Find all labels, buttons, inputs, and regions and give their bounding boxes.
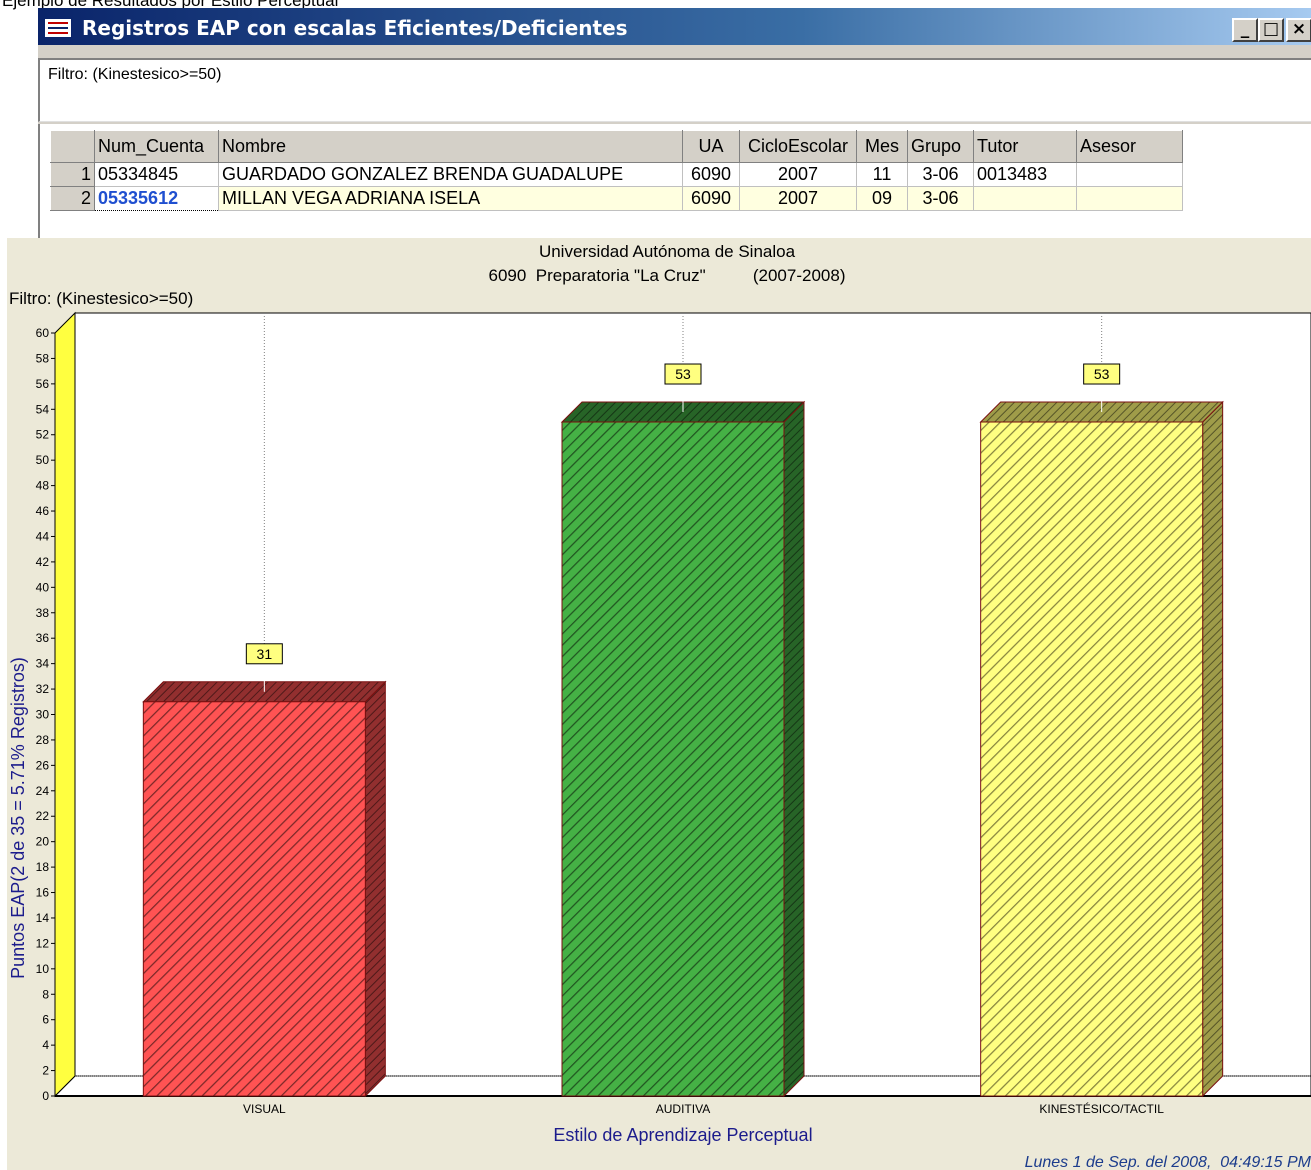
y-tick-label: 38 [36, 606, 50, 620]
y-tick-label: 48 [36, 479, 50, 493]
y-tick-label: 2 [42, 1064, 49, 1078]
minimize-button[interactable]: _ [1232, 18, 1258, 42]
y-tick-label: 28 [36, 733, 50, 747]
category-label: KINESTÉSICO/TACTIL [1039, 1101, 1164, 1116]
y-tick-label: 26 [36, 758, 50, 772]
category-label: VISUAL [243, 1102, 286, 1116]
value-label: 53 [1094, 366, 1110, 382]
cell-grupo[interactable]: 3-06 [907, 186, 974, 211]
bar-2 [980, 421, 1204, 1097]
close-button[interactable]: × [1286, 18, 1311, 42]
column-header-num-cuenta[interactable]: Num_Cuenta [94, 130, 219, 163]
bar-side [364, 680, 386, 1098]
cell-tutor[interactable] [973, 186, 1077, 211]
column-header-ciclo-escolar[interactable]: CicloEscolar [739, 130, 857, 163]
chart-panel: Universidad Autónoma de Sinaloa 6090 Pre… [7, 238, 1311, 1170]
cell-mes[interactable]: 11 [856, 162, 908, 187]
bar-side [783, 400, 805, 1098]
bar-1 [561, 421, 785, 1097]
records-table: Num_Cuenta Nombre UA CicloEscolar Mes Gr… [50, 130, 1183, 211]
y-tick-label: 30 [36, 708, 50, 722]
y-tick-label: 4 [42, 1038, 49, 1052]
y-tick-label: 46 [36, 504, 50, 518]
y-tick-label: 58 [36, 351, 50, 365]
column-header-tutor[interactable]: Tutor [973, 130, 1077, 163]
cell-asesor[interactable] [1076, 162, 1183, 187]
y-tick-label: 16 [36, 886, 50, 900]
records-grid-area: Num_Cuenta Nombre UA CicloEscolar Mes Gr… [38, 124, 1311, 238]
y-tick-label: 34 [36, 657, 50, 671]
cell-tutor[interactable]: 0013483 [973, 162, 1077, 187]
row-number[interactable]: 1 [50, 162, 95, 187]
bar-side [1202, 400, 1224, 1098]
y-tick-label: 10 [36, 962, 50, 976]
category-label: AUDITIVA [656, 1102, 710, 1116]
grid-app-icon [44, 18, 72, 38]
y-axis-label: Puntos EAP(2 de 35 = 5.71% Registros) [8, 657, 28, 979]
table-row[interactable]: 1 05334845 GUARDADO GONZALEZ BRENDA GUAD… [50, 162, 1183, 187]
plot-side-wall [54, 311, 76, 1098]
y-tick-label: 22 [36, 809, 50, 823]
filter-text: Filtro: (Kinestesico>=50) [48, 66, 222, 83]
y-tick-label: 0 [42, 1089, 49, 1103]
y-tick-label: 8 [42, 987, 49, 1001]
table-row[interactable]: 2 05335612 MILLAN VEGA ADRIANA ISELA 609… [50, 186, 1183, 211]
filter-textbox[interactable]: Filtro: (Kinestesico>=50) [38, 58, 1311, 122]
y-tick-label: 50 [36, 453, 50, 467]
column-header-asesor[interactable]: Asesor [1076, 130, 1183, 163]
y-tick-label: 60 [36, 326, 50, 340]
column-header-grupo[interactable]: Grupo [907, 130, 974, 163]
bar-chart: Universidad Autónoma de Sinaloa 6090 Pre… [8, 242, 1311, 1170]
column-header-nombre[interactable]: Nombre [218, 130, 683, 163]
chart-filter-label: Filtro: (Kinestesico>=50) [9, 289, 193, 308]
cell-ciclo-escolar[interactable]: 2007 [739, 162, 857, 187]
cell-nombre[interactable]: MILLAN VEGA ADRIANA ISELA [218, 186, 683, 211]
y-tick-label: 42 [36, 555, 50, 569]
cell-ciclo-escolar[interactable]: 2007 [739, 186, 857, 211]
column-header-ua[interactable]: UA [682, 130, 740, 163]
value-label: 31 [257, 646, 273, 662]
footer-date: Lunes 1 de Sep. del 2008, 04:49:15 PM [1025, 1154, 1311, 1170]
y-tick-label: 56 [36, 377, 50, 391]
y-tick-label: 6 [42, 1013, 49, 1027]
records-window: Registros EAP con escalas Eficientes/Def… [38, 8, 1311, 238]
maximize-button[interactable]: □ [1258, 18, 1284, 42]
bar-0 [142, 701, 366, 1097]
chart-title: Universidad Autónoma de Sinaloa [539, 242, 796, 261]
cell-ua[interactable]: 6090 [682, 186, 740, 211]
y-tick-label: 18 [36, 860, 50, 874]
y-tick-label: 14 [36, 911, 50, 925]
y-tick-label: 54 [36, 402, 50, 416]
cell-mes[interactable]: 09 [856, 186, 908, 211]
y-tick-label: 20 [36, 835, 50, 849]
x-axis-label: Estilo de Aprendizaje Perceptual [553, 1125, 812, 1145]
cell-asesor[interactable] [1076, 186, 1183, 211]
y-tick-label: 40 [36, 580, 50, 594]
cell-num-cuenta[interactable]: 05335612 [94, 186, 219, 211]
y-tick-label: 12 [36, 936, 50, 950]
y-tick-label: 52 [36, 428, 50, 442]
cell-nombre[interactable]: GUARDADO GONZALEZ BRENDA GUADALUPE [218, 162, 683, 187]
y-tick-label: 44 [36, 529, 50, 543]
window-title: Registros EAP con escalas Eficientes/Def… [82, 16, 628, 40]
row-number[interactable]: 2 [50, 186, 95, 211]
value-label: 53 [675, 366, 691, 382]
cell-num-cuenta[interactable]: 05334845 [94, 162, 219, 187]
y-tick-label: 24 [36, 784, 50, 798]
cell-ua[interactable]: 6090 [682, 162, 740, 187]
cell-grupo[interactable]: 3-06 [907, 162, 974, 187]
row-number-header[interactable] [50, 130, 95, 163]
window-titlebar[interactable]: Registros EAP con escalas Eficientes/Def… [38, 8, 1311, 45]
column-header-mes[interactable]: Mes [856, 130, 908, 163]
chart-subtitle: 6090 Preparatoria "La Cruz" (2007-2008) [489, 266, 846, 285]
y-tick-label: 36 [36, 631, 50, 645]
y-tick-label: 32 [36, 682, 50, 696]
